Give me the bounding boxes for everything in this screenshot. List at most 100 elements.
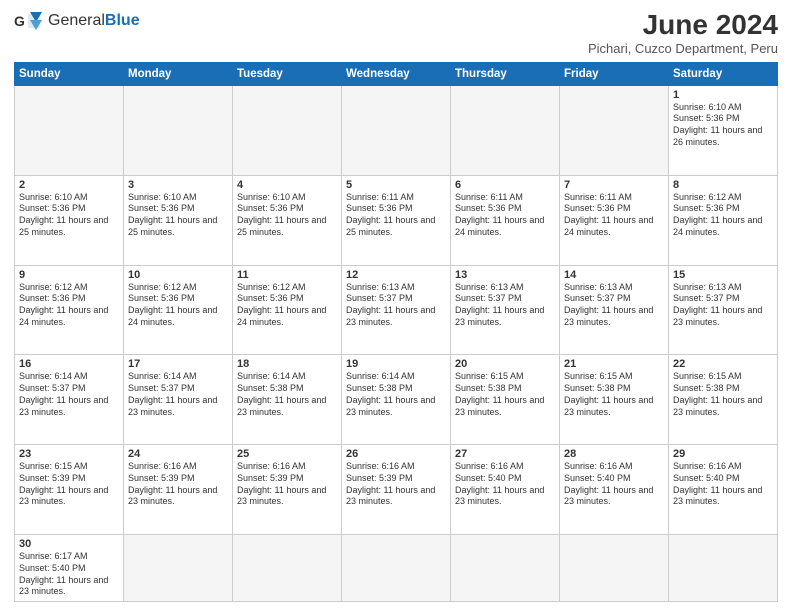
calendar-week-6: 30Sunrise: 6:17 AMSunset: 5:40 PMDayligh… [15,535,778,602]
day-number: 23 [19,448,119,460]
logo: G GeneralBlue [14,10,140,32]
calendar-cell-19: 19Sunrise: 6:14 AMSunset: 5:38 PMDayligh… [342,355,451,445]
day-number: 25 [237,448,337,460]
svg-text:G: G [14,13,25,29]
day-number: 2 [19,179,119,191]
weekday-header-thursday: Thursday [451,62,560,85]
calendar-table: SundayMondayTuesdayWednesdayThursdayFrid… [14,62,778,602]
day-number: 1 [673,89,773,101]
day-number: 27 [455,448,555,460]
calendar-cell-empty [451,85,560,175]
calendar-cell-5: 5Sunrise: 6:11 AMSunset: 5:36 PMDaylight… [342,175,451,265]
day-number: 28 [564,448,664,460]
calendar-cell-18: 18Sunrise: 6:14 AMSunset: 5:38 PMDayligh… [233,355,342,445]
day-info: Sunrise: 6:10 AMSunset: 5:36 PMDaylight:… [237,192,337,239]
header-right: June 2024 Pichari, Cuzco Department, Per… [588,10,778,56]
calendar-cell-16: 16Sunrise: 6:14 AMSunset: 5:37 PMDayligh… [15,355,124,445]
day-info: Sunrise: 6:16 AMSunset: 5:40 PMDaylight:… [564,461,664,508]
day-info: Sunrise: 6:17 AMSunset: 5:40 PMDaylight:… [19,551,119,598]
calendar-cell-22: 22Sunrise: 6:15 AMSunset: 5:38 PMDayligh… [669,355,778,445]
day-number: 6 [455,179,555,191]
day-info: Sunrise: 6:11 AMSunset: 5:36 PMDaylight:… [346,192,446,239]
day-info: Sunrise: 6:10 AMSunset: 5:36 PMDaylight:… [128,192,228,239]
day-info: Sunrise: 6:14 AMSunset: 5:37 PMDaylight:… [19,371,119,418]
day-info: Sunrise: 6:15 AMSunset: 5:38 PMDaylight:… [455,371,555,418]
calendar-cell-empty [560,535,669,602]
day-info: Sunrise: 6:12 AMSunset: 5:36 PMDaylight:… [673,192,773,239]
day-info: Sunrise: 6:16 AMSunset: 5:40 PMDaylight:… [673,461,773,508]
day-number: 21 [564,358,664,370]
calendar-cell-4: 4Sunrise: 6:10 AMSunset: 5:36 PMDaylight… [233,175,342,265]
weekday-header-sunday: Sunday [15,62,124,85]
calendar-cell-9: 9Sunrise: 6:12 AMSunset: 5:36 PMDaylight… [15,265,124,355]
day-number: 29 [673,448,773,460]
day-number: 4 [237,179,337,191]
calendar-header: SundayMondayTuesdayWednesdayThursdayFrid… [15,62,778,85]
calendar-cell-empty [124,85,233,175]
day-info: Sunrise: 6:13 AMSunset: 5:37 PMDaylight:… [346,282,446,329]
day-info: Sunrise: 6:11 AMSunset: 5:36 PMDaylight:… [455,192,555,239]
day-info: Sunrise: 6:16 AMSunset: 5:39 PMDaylight:… [128,461,228,508]
logo-icon: G [14,10,44,32]
calendar-week-1: 1Sunrise: 6:10 AMSunset: 5:36 PMDaylight… [15,85,778,175]
calendar-cell-8: 8Sunrise: 6:12 AMSunset: 5:36 PMDaylight… [669,175,778,265]
day-number: 3 [128,179,228,191]
day-info: Sunrise: 6:15 AMSunset: 5:39 PMDaylight:… [19,461,119,508]
day-info: Sunrise: 6:12 AMSunset: 5:36 PMDaylight:… [237,282,337,329]
calendar-cell-14: 14Sunrise: 6:13 AMSunset: 5:37 PMDayligh… [560,265,669,355]
weekday-header-tuesday: Tuesday [233,62,342,85]
day-number: 14 [564,269,664,281]
day-number: 30 [19,538,119,550]
calendar-cell-empty [669,535,778,602]
calendar-cell-1: 1Sunrise: 6:10 AMSunset: 5:36 PMDaylight… [669,85,778,175]
day-number: 5 [346,179,446,191]
day-info: Sunrise: 6:12 AMSunset: 5:36 PMDaylight:… [19,282,119,329]
calendar-cell-12: 12Sunrise: 6:13 AMSunset: 5:37 PMDayligh… [342,265,451,355]
header: G GeneralBlue June 2024 Pichari, Cuzco D… [14,10,778,56]
calendar-week-4: 16Sunrise: 6:14 AMSunset: 5:37 PMDayligh… [15,355,778,445]
day-info: Sunrise: 6:16 AMSunset: 5:39 PMDaylight:… [346,461,446,508]
day-number: 11 [237,269,337,281]
calendar-cell-11: 11Sunrise: 6:12 AMSunset: 5:36 PMDayligh… [233,265,342,355]
calendar-body: 1 Sunrise: 6:10 AMSunset: 5:36 PMDaylight… [15,85,778,601]
calendar-cell-empty [451,535,560,602]
calendar-cell-10: 10Sunrise: 6:12 AMSunset: 5:36 PMDayligh… [124,265,233,355]
calendar-cell-29: 29Sunrise: 6:16 AMSunset: 5:40 PMDayligh… [669,445,778,535]
day-info: Sunrise: 6:13 AMSunset: 5:37 PMDaylight:… [455,282,555,329]
calendar-week-5: 23Sunrise: 6:15 AMSunset: 5:39 PMDayligh… [15,445,778,535]
day-number: 8 [673,179,773,191]
weekday-header-saturday: Saturday [669,62,778,85]
calendar-cell-7: 7Sunrise: 6:11 AMSunset: 5:36 PMDaylight… [560,175,669,265]
day-info: Sunrise: 6:11 AMSunset: 5:36 PMDaylight:… [564,192,664,239]
calendar-cell-20: 20Sunrise: 6:15 AMSunset: 5:38 PMDayligh… [451,355,560,445]
calendar-cell-empty [233,85,342,175]
calendar-cell-25: 25Sunrise: 6:16 AMSunset: 5:39 PMDayligh… [233,445,342,535]
day-number: 13 [455,269,555,281]
calendar-cell-empty [560,85,669,175]
day-number: 22 [673,358,773,370]
day-info: Sunrise: 6:16 AMSunset: 5:40 PMDaylight:… [455,461,555,508]
day-number: 24 [128,448,228,460]
calendar-cell-empty [124,535,233,602]
day-number: 10 [128,269,228,281]
logo-text: GeneralBlue [48,12,140,30]
calendar-cell-15: 15Sunrise: 6:13 AMSunset: 5:37 PMDayligh… [669,265,778,355]
day-number: 18 [237,358,337,370]
day-info: Sunrise: 6:10 AMSunset: 5:36 PMDaylight:… [19,192,119,239]
calendar-cell-28: 28Sunrise: 6:16 AMSunset: 5:40 PMDayligh… [560,445,669,535]
day-info: Sunrise: 6:13 AMSunset: 5:37 PMDaylight:… [564,282,664,329]
location-subtitle: Pichari, Cuzco Department, Peru [588,41,778,56]
calendar-cell-6: 6Sunrise: 6:11 AMSunset: 5:36 PMDaylight… [451,175,560,265]
calendar-cell-13: 13Sunrise: 6:13 AMSunset: 5:37 PMDayligh… [451,265,560,355]
weekday-row: SundayMondayTuesdayWednesdayThursdayFrid… [15,62,778,85]
day-number: 12 [346,269,446,281]
calendar-cell-21: 21Sunrise: 6:15 AMSunset: 5:38 PMDayligh… [560,355,669,445]
calendar-cell-empty [342,535,451,602]
calendar-cell-empty [233,535,342,602]
day-info: Sunrise: 6:15 AMSunset: 5:38 PMDaylight:… [673,371,773,418]
calendar-cell-27: 27Sunrise: 6:16 AMSunset: 5:40 PMDayligh… [451,445,560,535]
month-year-title: June 2024 [588,10,778,41]
day-number: 19 [346,358,446,370]
calendar-cell-26: 26Sunrise: 6:16 AMSunset: 5:39 PMDayligh… [342,445,451,535]
day-info: Sunrise: 6:15 AMSunset: 5:38 PMDaylight:… [564,371,664,418]
